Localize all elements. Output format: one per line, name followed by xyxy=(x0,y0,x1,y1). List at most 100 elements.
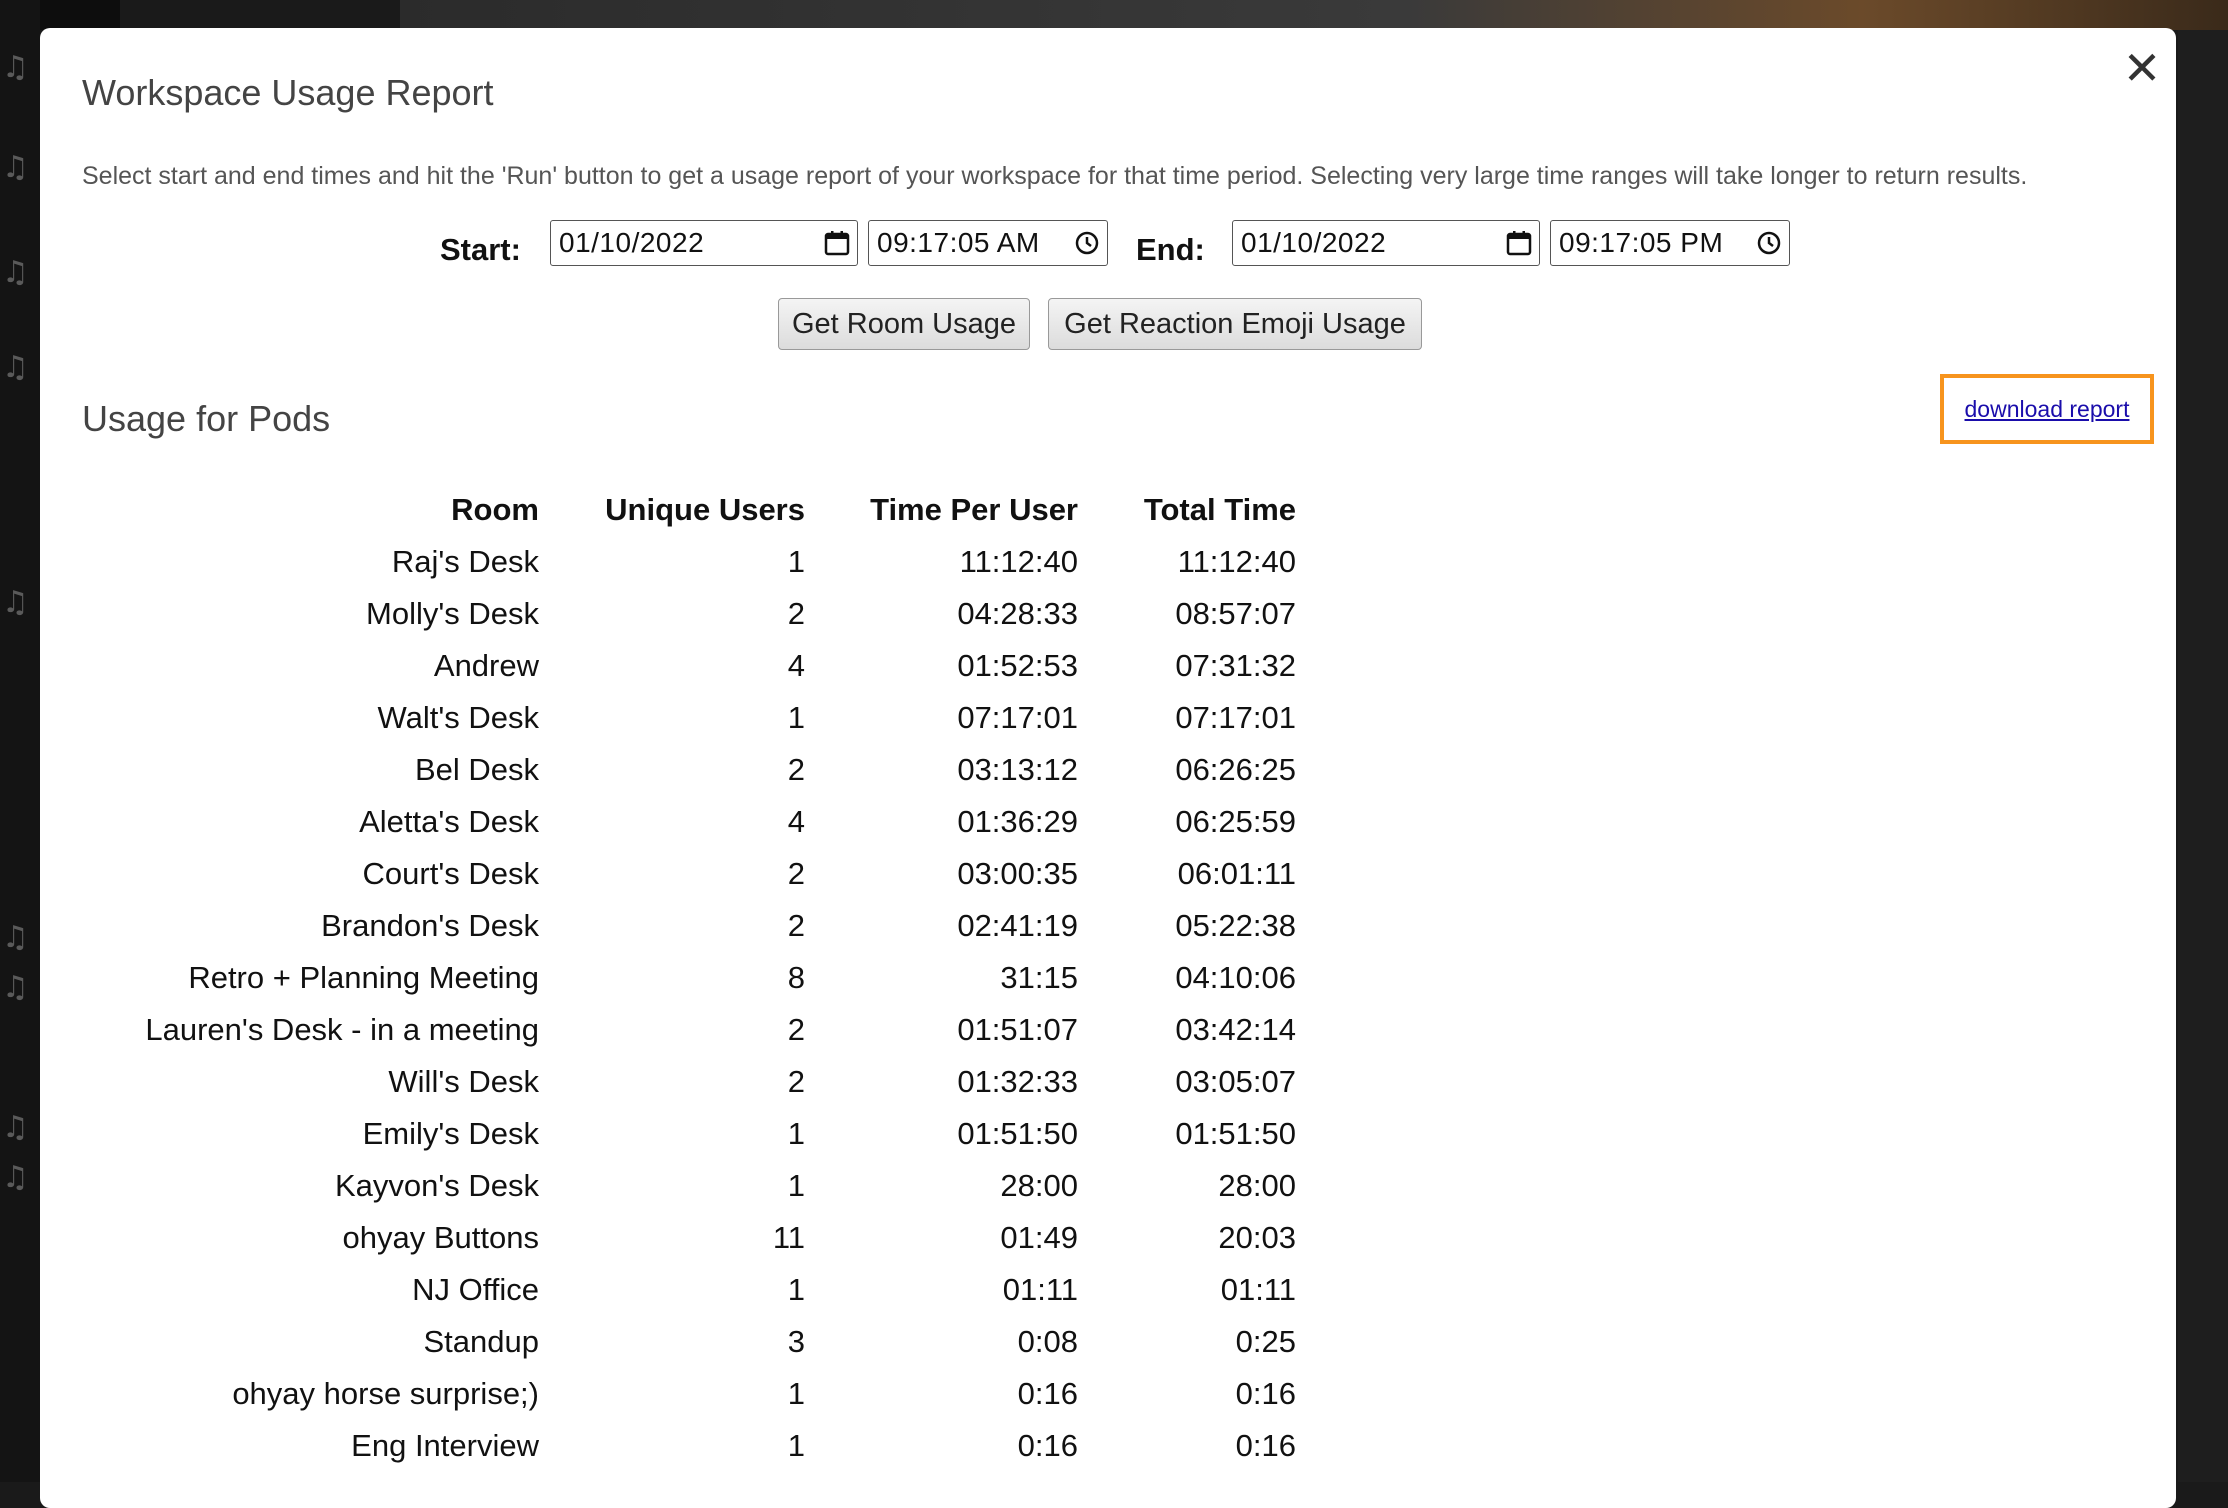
table-row: Retro + Planning Meeting 8 31:15 04:10:06 xyxy=(82,952,1296,1004)
room-cell: Standup xyxy=(423,1324,540,1359)
music-note-icon: ♫ xyxy=(2,585,29,620)
room-cell: Aletta's Desk xyxy=(359,804,539,839)
music-note-icon: ♫ xyxy=(2,920,29,955)
time-per-user-cell: 11:12:40 xyxy=(959,544,1078,579)
background-sidebar: ♫ ♫ ♫ ♫ ♫ ♫ ♫ ♫ ♫ xyxy=(0,0,40,1482)
unique-users-cell: 1 xyxy=(787,544,805,579)
room-cell: Molly's Desk xyxy=(366,596,539,631)
table-row: Kayvon's Desk 1 28:00 28:00 xyxy=(82,1160,1296,1212)
table-row: Brandon's Desk 2 02:41:19 05:22:38 xyxy=(82,900,1296,952)
unique-users-cell: 3 xyxy=(787,1324,805,1359)
music-note-icon: ♫ xyxy=(2,970,29,1005)
room-cell: Brandon's Desk xyxy=(321,908,539,943)
usage-report-modal: ✕ Workspace Usage Report Select start an… xyxy=(40,28,2176,1508)
header-total-time: Total Time xyxy=(1143,492,1296,527)
table-row: Bel Desk 2 03:13:12 06:26:25 xyxy=(82,744,1296,796)
start-time-input[interactable]: 09:17:05 AM xyxy=(868,220,1108,266)
end-date-input[interactable]: 01/10/2022 xyxy=(1232,220,1540,266)
end-time-value: 09:17:05 PM xyxy=(1559,227,1724,258)
time-per-user-cell: 02:41:19 xyxy=(957,908,1078,943)
time-per-user-cell: 07:17:01 xyxy=(957,700,1078,735)
room-cell: Walt's Desk xyxy=(377,700,539,735)
calendar-icon[interactable] xyxy=(817,229,857,257)
calendar-icon[interactable] xyxy=(1499,229,1539,257)
table-header-row: Room Unique Users Time Per User Total Ti… xyxy=(82,484,1296,536)
table-row: Will's Desk 2 01:32:33 03:05:07 xyxy=(82,1056,1296,1108)
modal-title: Workspace Usage Report xyxy=(82,72,494,113)
time-per-user-cell: 01:51:50 xyxy=(957,1116,1078,1151)
total-time-cell: 06:26:25 xyxy=(1175,752,1296,787)
unique-users-cell: 1 xyxy=(787,1272,805,1307)
time-per-user-cell: 01:36:29 xyxy=(957,804,1078,839)
modal-description: Select start and end times and hit the '… xyxy=(82,162,2028,190)
table-row: ohyay Buttons 11 01:49 20:03 xyxy=(82,1212,1296,1264)
table-row: Andrew 4 01:52:53 07:31:32 xyxy=(82,640,1296,692)
total-time-cell: 07:31:32 xyxy=(1175,648,1296,683)
total-time-cell: 08:57:07 xyxy=(1175,596,1296,631)
get-room-usage-button[interactable]: Get Room Usage xyxy=(778,298,1030,350)
table-row: ohyay horse surprise;) 1 0:16 0:16 xyxy=(82,1368,1296,1420)
close-icon[interactable]: ✕ xyxy=(2118,44,2166,92)
room-cell: Bel Desk xyxy=(414,752,539,787)
total-time-cell: 07:17:01 xyxy=(1175,700,1296,735)
unique-users-cell: 4 xyxy=(787,804,805,839)
table-row: Eng Interview 1 0:16 0:16 xyxy=(82,1420,1296,1472)
header-room: Room xyxy=(451,492,539,527)
get-reaction-emoji-usage-button[interactable]: Get Reaction Emoji Usage xyxy=(1048,298,1422,350)
music-note-icon: ♫ xyxy=(2,350,29,385)
time-per-user-cell: 03:13:12 xyxy=(957,752,1078,787)
total-time-cell: 11:12:40 xyxy=(1177,544,1296,579)
time-per-user-cell: 0:16 xyxy=(1017,1428,1078,1463)
unique-users-cell: 2 xyxy=(787,752,805,787)
total-time-cell: 0:16 xyxy=(1235,1428,1296,1463)
table-row: Molly's Desk 2 04:28:33 08:57:07 xyxy=(82,588,1296,640)
total-time-cell: 01:51:50 xyxy=(1175,1116,1296,1151)
total-time-cell: 20:03 xyxy=(1218,1220,1296,1255)
unique-users-cell: 2 xyxy=(787,856,805,891)
table-row: NJ Office 1 01:11 01:11 xyxy=(82,1264,1296,1316)
start-date-value: 01/10/2022 xyxy=(559,227,705,258)
unique-users-cell: 2 xyxy=(787,908,805,943)
total-time-cell: 0:16 xyxy=(1235,1376,1296,1411)
time-per-user-cell: 01:49 xyxy=(1000,1220,1078,1255)
clock-icon[interactable] xyxy=(1749,229,1789,257)
start-time-value: 09:17:05 AM xyxy=(877,227,1040,258)
unique-users-cell: 2 xyxy=(787,596,805,631)
end-time-input[interactable]: 09:17:05 PM xyxy=(1550,220,1790,266)
time-per-user-cell: 04:28:33 xyxy=(957,596,1078,631)
end-date-value: 01/10/2022 xyxy=(1241,227,1387,258)
time-per-user-cell: 01:51:07 xyxy=(957,1012,1078,1047)
room-cell: Will's Desk xyxy=(388,1064,539,1099)
time-per-user-cell: 31:15 xyxy=(1000,960,1078,995)
unique-users-cell: 4 xyxy=(787,648,805,683)
time-per-user-cell: 01:11 xyxy=(1002,1272,1078,1307)
music-note-icon: ♫ xyxy=(2,150,29,185)
background-toolbar xyxy=(40,0,120,30)
unique-users-cell: 2 xyxy=(787,1012,805,1047)
time-per-user-cell: 0:16 xyxy=(1017,1376,1078,1411)
room-cell: ohyay horse surprise;) xyxy=(232,1376,539,1411)
usage-table: Room Unique Users Time Per User Total Ti… xyxy=(82,484,1296,1472)
header-unique-users: Unique Users xyxy=(605,492,805,527)
total-time-cell: 05:22:38 xyxy=(1175,908,1296,943)
music-note-icon: ♫ xyxy=(2,255,29,290)
table-row: Walt's Desk 1 07:17:01 07:17:01 xyxy=(82,692,1296,744)
unique-users-cell: 1 xyxy=(787,1376,805,1411)
time-per-user-cell: 01:32:33 xyxy=(957,1064,1078,1099)
report-buttons: Get Room Usage Get Reaction Emoji Usage xyxy=(40,298,2176,358)
section-title: Usage for Pods xyxy=(82,398,331,439)
end-label: End: xyxy=(1136,232,1205,267)
total-time-cell: 06:01:11 xyxy=(1177,856,1296,891)
start-date-input[interactable]: 01/10/2022 xyxy=(550,220,858,266)
room-cell: Lauren's Desk - in a meeting xyxy=(145,1012,539,1047)
table-row: Emily's Desk 1 01:51:50 01:51:50 xyxy=(82,1108,1296,1160)
table-row: Lauren's Desk - in a meeting 2 01:51:07 03:… xyxy=(82,1004,1296,1056)
time-per-user-cell: 03:00:35 xyxy=(957,856,1078,891)
clock-icon[interactable] xyxy=(1067,229,1107,257)
start-label: Start: xyxy=(440,232,521,267)
total-time-cell: 01:11 xyxy=(1220,1272,1296,1307)
unique-users-cell: 11 xyxy=(772,1220,805,1255)
table-row: Court's Desk 2 03:00:35 06:01:11 xyxy=(82,848,1296,900)
total-time-cell: 28:00 xyxy=(1218,1168,1296,1203)
download-report-link[interactable]: download report xyxy=(1965,396,2130,423)
